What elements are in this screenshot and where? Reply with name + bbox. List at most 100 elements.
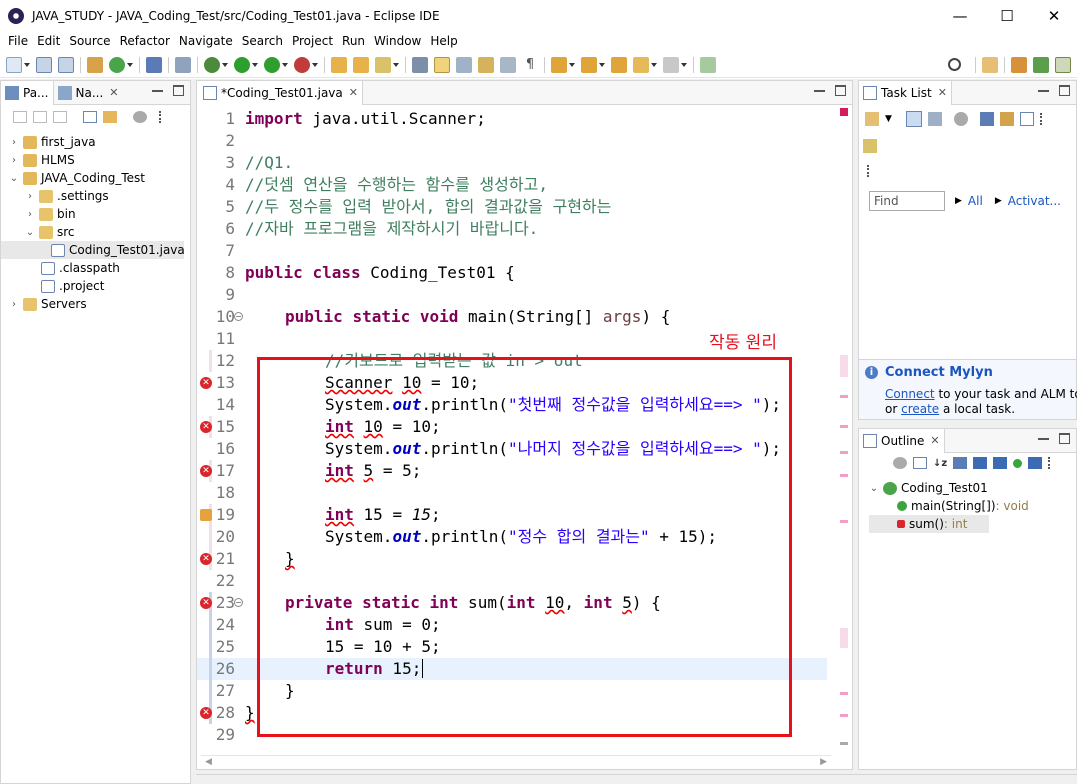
minimize-icon[interactable] bbox=[1038, 433, 1049, 440]
minimize-icon[interactable] bbox=[152, 85, 163, 92]
tree-item-hlms[interactable]: › HLMS bbox=[1, 151, 190, 169]
outline-method-main[interactable]: main(String[]) : void bbox=[869, 497, 1029, 515]
overview-mark[interactable] bbox=[840, 474, 848, 477]
prev-annotation-dropdown-icon[interactable] bbox=[599, 57, 605, 73]
collapse-icon[interactable]: ⌄ bbox=[869, 483, 879, 494]
code-line[interactable]: 12 //키보드로 입력받는 값 in > out bbox=[197, 350, 827, 372]
activate-task-icon[interactable] bbox=[863, 139, 877, 153]
horizontal-scrollbar[interactable]: ◀ ▶ bbox=[201, 755, 831, 767]
error-icon[interactable]: ✕ bbox=[200, 377, 212, 389]
overview-mark[interactable] bbox=[840, 628, 848, 648]
minimize-icon[interactable] bbox=[1038, 85, 1049, 92]
search-icon[interactable] bbox=[948, 58, 961, 71]
fold-icon[interactable]: − bbox=[234, 598, 243, 607]
code-line[interactable]: 6 //자바 프로그램을 제작하시기 바랍니다. bbox=[197, 218, 827, 240]
connect-link[interactable]: Connect bbox=[885, 387, 935, 401]
hide-local-types-icon[interactable] bbox=[1013, 458, 1023, 468]
error-icon[interactable]: ✕ bbox=[200, 597, 212, 609]
error-icon[interactable]: ✕ bbox=[200, 465, 212, 477]
sync-icon[interactable] bbox=[893, 457, 907, 469]
menu-window[interactable]: Window bbox=[374, 34, 421, 48]
code-line[interactable]: 22 bbox=[197, 570, 827, 592]
block-selection-icon[interactable] bbox=[456, 56, 472, 73]
overview-mark[interactable] bbox=[840, 451, 848, 454]
code-line[interactable]: 19 int 15 = 15; bbox=[197, 504, 827, 526]
menu-search[interactable]: Search bbox=[242, 34, 283, 48]
error-icon[interactable]: ✕ bbox=[200, 421, 212, 433]
hide-completed-icon[interactable] bbox=[979, 112, 994, 126]
toggle-mark-icon[interactable] bbox=[412, 56, 428, 73]
tab-navigator[interactable]: Na... ✕ bbox=[54, 81, 123, 105]
menu-file[interactable]: File bbox=[8, 34, 28, 48]
coverage-dropdown-icon[interactable] bbox=[282, 57, 288, 73]
menu-run[interactable]: Run bbox=[342, 34, 365, 48]
open-perspective-icon[interactable] bbox=[982, 56, 998, 73]
scroll-right-icon[interactable]: ▶ bbox=[820, 757, 827, 767]
save-icon[interactable] bbox=[36, 56, 52, 73]
menu-edit[interactable]: Edit bbox=[37, 34, 60, 48]
overview-mark[interactable] bbox=[840, 714, 848, 717]
close-icon[interactable]: ✕ bbox=[938, 86, 947, 99]
last-edit-icon[interactable] bbox=[611, 56, 627, 73]
filter-icon[interactable] bbox=[133, 111, 147, 123]
find-input[interactable]: Find bbox=[869, 191, 945, 211]
external-tools-dropdown-icon[interactable] bbox=[312, 57, 318, 73]
expand-icon[interactable]: › bbox=[9, 299, 19, 310]
open-type-icon[interactable] bbox=[353, 56, 369, 73]
code-line[interactable]: 4 //덧셈 연산을 수행하는 함수를 생성하고, bbox=[197, 174, 827, 196]
debug-icon[interactable] bbox=[204, 56, 220, 73]
console-icon[interactable] bbox=[146, 56, 162, 73]
error-icon[interactable]: ✕ bbox=[200, 707, 212, 719]
outline-class[interactable]: ⌄ Coding_Test01 bbox=[869, 479, 1029, 497]
skip-breakpoints-icon[interactable] bbox=[175, 56, 191, 73]
external-tools-icon[interactable] bbox=[294, 56, 310, 73]
tree-item-classpath[interactable]: .classpath bbox=[1, 259, 190, 277]
close-icon[interactable]: ✕ bbox=[930, 434, 939, 447]
debug-perspective-icon[interactable] bbox=[1033, 56, 1049, 73]
filter-all-link[interactable]: All bbox=[968, 194, 983, 208]
close-button[interactable]: ✕ bbox=[1031, 0, 1077, 31]
maximize-button[interactable]: ☐ bbox=[984, 0, 1030, 31]
tree-item-bin[interactable]: › bin bbox=[1, 205, 190, 223]
code-line[interactable]: 10− public static void main(String[] args… bbox=[197, 306, 827, 328]
overview-mark[interactable] bbox=[840, 742, 848, 745]
code-line[interactable]: 16 System.out.println("나머지 정수값을 입력하세요==> … bbox=[197, 438, 827, 460]
code-line[interactable]: 2 bbox=[197, 130, 827, 152]
maximize-icon[interactable] bbox=[173, 85, 184, 96]
refresh-icon[interactable] bbox=[109, 56, 125, 73]
fold-icon[interactable]: − bbox=[234, 312, 243, 321]
tab-task-list[interactable]: Task List ✕ bbox=[859, 80, 952, 105]
code-line[interactable]: 13 ✕ Scanner 10 = 10; bbox=[197, 372, 827, 394]
search-tool-icon[interactable] bbox=[375, 56, 391, 73]
new-task-dropdown-icon[interactable]: ▼ bbox=[885, 114, 892, 124]
new-task-icon[interactable] bbox=[865, 112, 879, 126]
code-line[interactable]: 25 15 = 10 + 5; bbox=[197, 636, 827, 658]
close-icon[interactable]: ✕ bbox=[109, 86, 118, 99]
tree-item-src[interactable]: ⌄ src bbox=[1, 223, 190, 241]
expand-icon[interactable]: › bbox=[9, 155, 19, 166]
sync-icon[interactable] bbox=[953, 112, 968, 126]
collapse-all-icon[interactable] bbox=[913, 457, 927, 469]
highlight-icon[interactable] bbox=[434, 56, 450, 73]
outline-method-sum[interactable]: sum() : int bbox=[869, 515, 989, 533]
code-line[interactable]: 5 //두 정수를 입력 받아서, 합의 결과값을 구현하는 bbox=[197, 196, 827, 218]
expand-icon[interactable]: › bbox=[25, 191, 35, 202]
tree-item-settings[interactable]: › .settings bbox=[1, 187, 190, 205]
categorized-icon[interactable] bbox=[905, 111, 922, 127]
next-annotation-icon[interactable] bbox=[551, 56, 567, 73]
code-editor[interactable]: *Coding_Test01.java ✕ 1 import java.util.… bbox=[196, 80, 853, 770]
code-line[interactable]: 29 bbox=[197, 724, 827, 746]
collapse-icon[interactable]: ⌄ bbox=[9, 173, 19, 184]
search-dropdown-icon[interactable] bbox=[393, 57, 399, 73]
minimize-icon[interactable] bbox=[814, 85, 825, 92]
create-link[interactable]: create bbox=[901, 402, 939, 416]
tab-package-explorer[interactable]: Pa... bbox=[1, 80, 54, 105]
link-editor-icon[interactable] bbox=[1028, 457, 1043, 469]
menu-project[interactable]: Project bbox=[292, 34, 333, 48]
up-icon[interactable] bbox=[53, 111, 67, 123]
overview-mark[interactable] bbox=[840, 692, 848, 695]
code-line[interactable]: 28 ✕} bbox=[197, 702, 827, 724]
code-line[interactable]: 21 ✕} bbox=[197, 548, 827, 570]
code-line[interactable]: 3 //Q1. bbox=[197, 152, 827, 174]
code-line[interactable]: 20 System.out.println("정수 합의 결과는" + 15); bbox=[197, 526, 827, 548]
